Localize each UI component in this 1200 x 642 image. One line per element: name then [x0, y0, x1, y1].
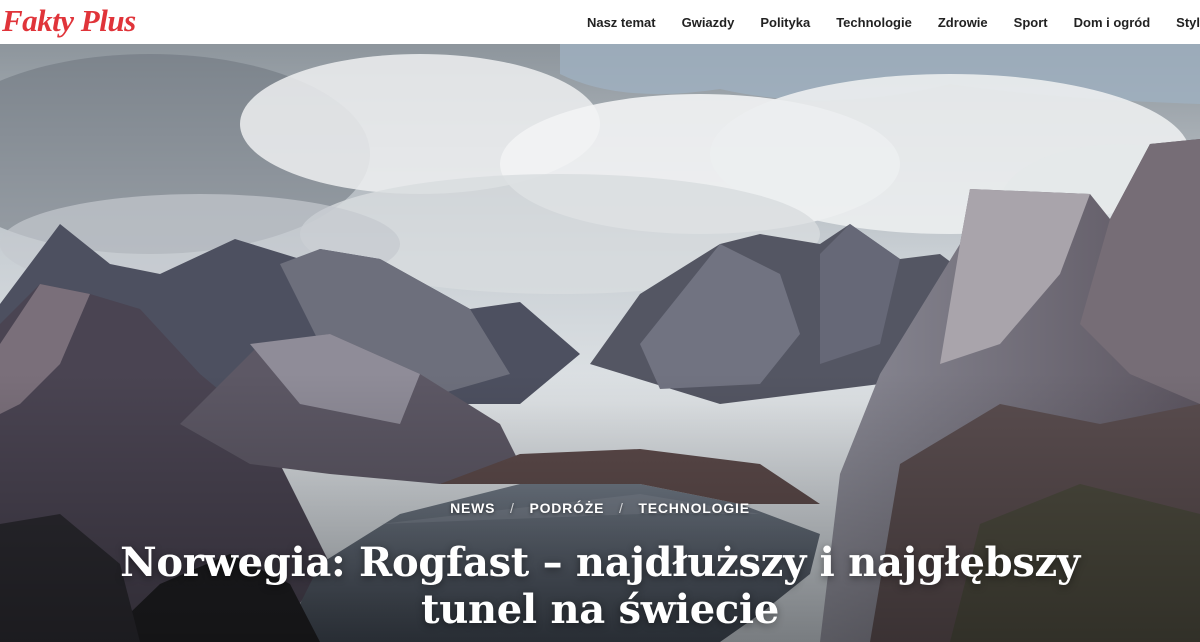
- site-header: Fakty Plus Nasz temat Gwiazdy Polityka T…: [0, 0, 1200, 44]
- site-logo[interactable]: Fakty Plus: [2, 3, 136, 39]
- category-separator: /: [510, 500, 515, 516]
- nav-item-nasz-temat[interactable]: Nasz temat: [587, 15, 656, 30]
- nav-item-zdrowie[interactable]: Zdrowie: [938, 15, 988, 30]
- nav-item-technologie[interactable]: Technologie: [836, 15, 912, 30]
- nav-item-styl[interactable]: Styl: [1176, 15, 1200, 30]
- hero-article[interactable]: NEWS / PODRÓŻE / TECHNOLOGIE Norwegia: R…: [0, 44, 1200, 642]
- nav-item-dom-i-ogrod[interactable]: Dom i ogród: [1074, 15, 1151, 30]
- category-news[interactable]: NEWS: [450, 500, 495, 516]
- article-title[interactable]: Norwegia: Rogfast – najdłuższy i najgłęb…: [100, 539, 1100, 633]
- category-podroze[interactable]: PODRÓŻE: [529, 500, 604, 516]
- nav-item-sport[interactable]: Sport: [1014, 15, 1048, 30]
- nav-item-polityka[interactable]: Polityka: [760, 15, 810, 30]
- main-nav: Nasz temat Gwiazdy Polityka Technologie …: [561, 0, 1200, 44]
- nav-item-gwiazdy[interactable]: Gwiazdy: [682, 15, 735, 30]
- article-categories: NEWS / PODRÓŻE / TECHNOLOGIE: [0, 500, 1200, 516]
- category-technologie[interactable]: TECHNOLOGIE: [638, 500, 749, 516]
- category-separator: /: [618, 500, 624, 516]
